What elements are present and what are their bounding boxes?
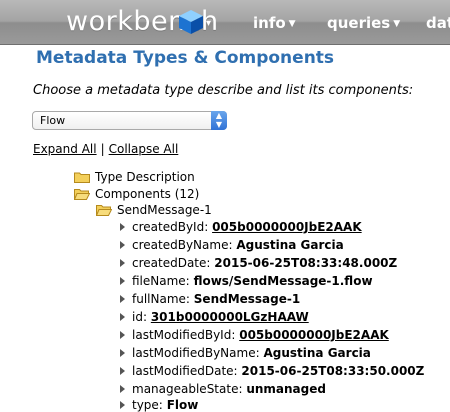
property-value: SendMessage-1: [193, 292, 301, 306]
menu-data-label: dat: [426, 14, 450, 32]
menu-info[interactable]: info ▼: [253, 14, 296, 32]
link-separator: |: [100, 142, 105, 156]
tree-node-label: Type Description: [95, 170, 195, 184]
property-key: fullName:: [132, 292, 190, 306]
expand-triangle-icon: [120, 241, 125, 249]
tree-node-components[interactable]: Components (12): [74, 187, 199, 201]
expand-triangle-icon: [120, 223, 125, 231]
property-row[interactable]: createdById: 005b0000000JbE2AAK: [120, 220, 362, 234]
folder-open-icon: [96, 205, 112, 216]
logo-chevron-down-icon[interactable]: ▾: [206, 18, 211, 29]
property-value: 2015-06-25T08:33:50.000Z: [241, 364, 425, 378]
property-key: createdById:: [132, 220, 209, 234]
menu-queries[interactable]: queries ▼: [327, 14, 400, 32]
property-row[interactable]: type: Flow: [120, 398, 198, 412]
property-value-link[interactable]: 005b0000000JbE2AAK: [239, 328, 389, 342]
expand-all-link[interactable]: Expand All: [33, 142, 97, 156]
folder-open-icon: [74, 189, 90, 200]
expand-triangle-icon: [120, 349, 125, 357]
expand-triangle-icon: [120, 385, 125, 393]
metadata-type-value: Flow: [40, 114, 66, 127]
property-value: Agustina Garcia: [263, 346, 371, 360]
expand-triangle-icon: [120, 277, 125, 285]
metadata-type-select[interactable]: Flow ▲ ▼: [32, 111, 227, 130]
menu-info-label: info: [253, 14, 286, 32]
property-key: lastModifiedById:: [132, 328, 236, 342]
property-key: lastModifiedDate:: [132, 364, 238, 378]
property-value-link[interactable]: 301b0000000LGzHAAW: [151, 310, 309, 324]
expand-triangle-icon: [120, 367, 125, 375]
property-value: flows/SendMessage-1.flow: [193, 274, 373, 288]
expand-triangle-icon: [120, 295, 125, 303]
menu-data[interactable]: dat: [426, 14, 450, 32]
property-row[interactable]: lastModifiedDate: 2015-06-25T08:33:50.00…: [120, 364, 424, 378]
property-value: Agustina Garcia: [236, 238, 344, 252]
property-row[interactable]: lastModifiedByName: Agustina Garcia: [120, 346, 371, 360]
expand-triangle-icon: [120, 401, 125, 409]
property-row[interactable]: createdByName: Agustina Garcia: [120, 238, 344, 252]
expand-triangle-icon: [120, 331, 125, 339]
property-row[interactable]: id: 301b0000000LGzHAAW: [120, 310, 309, 324]
page-title: Metadata Types & Components: [36, 48, 335, 68]
chevron-down-icon: ▼: [288, 19, 296, 29]
property-row[interactable]: fileName: flows/SendMessage-1.flow: [120, 274, 373, 288]
property-key: lastModifiedByName:: [132, 346, 260, 360]
collapse-all-link[interactable]: Collapse All: [109, 142, 179, 156]
select-arrows-icon: ▲ ▼: [211, 111, 227, 130]
property-value: Flow: [166, 398, 199, 412]
folder-closed-icon: [74, 172, 90, 183]
tree-node-label: Components (12): [95, 187, 200, 201]
expand-triangle-icon: [120, 313, 125, 321]
instruction-text: Choose a metadata type describe and list…: [33, 83, 414, 98]
property-row[interactable]: manageableState: unmanaged: [120, 382, 326, 396]
property-key: createdDate:: [132, 256, 211, 270]
tree-node-component[interactable]: SendMessage-1: [96, 203, 212, 217]
expand-collapse-links: Expand All | Collapse All: [33, 142, 178, 156]
tree-node-label: SendMessage-1: [117, 203, 212, 217]
top-nav-bar: workbench ▾ info▼ queries▼ dat: [0, 0, 450, 45]
chevron-down-icon: ▼: [393, 19, 401, 29]
property-value: unmanaged: [246, 382, 326, 396]
property-row[interactable]: lastModifiedById: 005b0000000JbE2AAK: [120, 328, 389, 342]
property-key: type:: [132, 398, 163, 412]
property-row[interactable]: fullName: SendMessage-1: [120, 292, 300, 306]
property-key: fileName:: [132, 274, 190, 288]
cube-logo-icon[interactable]: [178, 9, 204, 35]
tree-node-type-description[interactable]: Type Description: [74, 170, 195, 184]
property-value-link[interactable]: 005b0000000JbE2AAK: [212, 220, 362, 234]
menu-queries-label: queries: [327, 14, 391, 32]
property-key: createdByName:: [132, 238, 233, 252]
property-key: manageableState:: [132, 382, 243, 396]
property-key: id:: [132, 310, 147, 324]
expand-triangle-icon: [120, 259, 125, 267]
property-value: 2015-06-25T08:33:48.000Z: [214, 256, 398, 270]
property-row[interactable]: createdDate: 2015-06-25T08:33:48.000Z: [120, 256, 397, 270]
